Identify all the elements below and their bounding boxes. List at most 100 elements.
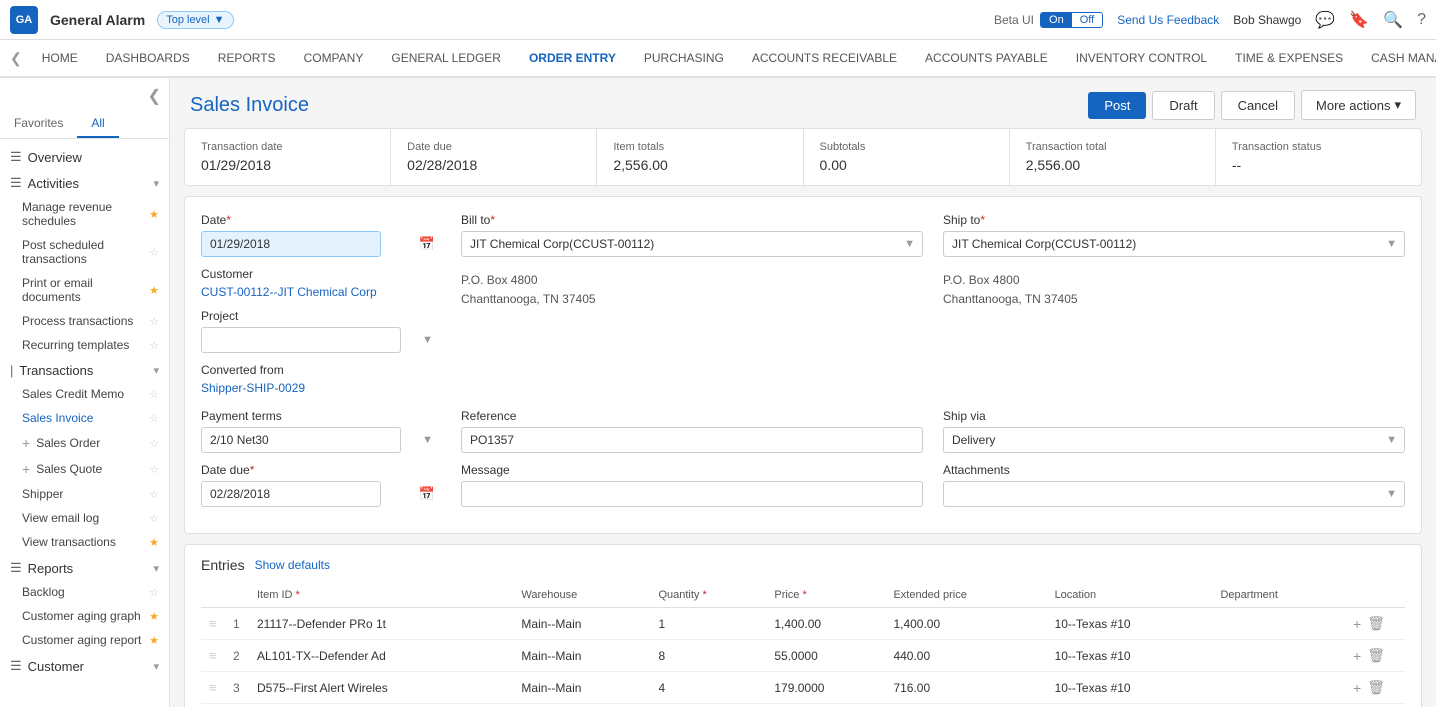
nav-dashboards[interactable]: DASHBOARDS — [92, 40, 204, 78]
star-empty-icon[interactable]: ☆ — [149, 463, 159, 476]
star-empty-icon[interactable]: ☆ — [149, 315, 159, 328]
item-id-cell[interactable] — [249, 704, 513, 707]
sidebar-item-view-transactions[interactable]: View transactions ★ — [0, 530, 169, 554]
search-icon[interactable]: 🔍 — [1383, 10, 1403, 30]
draft-button[interactable]: Draft — [1152, 91, 1214, 120]
sidebar-item-manage-revenue[interactable]: Manage revenue schedules ★ — [0, 195, 169, 233]
converted-from-value[interactable]: Shipper-SHIP-0029 — [201, 381, 441, 395]
nav-company[interactable]: COMPANY — [290, 40, 378, 78]
add-row-icon[interactable]: + — [1353, 680, 1361, 696]
nav-bar: ❮ HOME DASHBOARDS REPORTS COMPANY GENERA… — [0, 40, 1436, 78]
sidebar-tab-favorites[interactable]: Favorites — [0, 110, 77, 138]
calendar-icon[interactable]: 📅 — [419, 236, 435, 252]
nav-left-arrow[interactable]: ❮ — [4, 50, 28, 67]
star-empty-icon[interactable]: ☆ — [149, 437, 159, 450]
star-icon[interactable]: ★ — [149, 634, 159, 647]
sidebar-item-shipper[interactable]: Shipper ☆ — [0, 482, 169, 506]
star-empty-icon[interactable]: ☆ — [149, 512, 159, 525]
star-icon[interactable]: ★ — [149, 208, 159, 221]
sidebar-item-process-transactions[interactable]: Process transactions ☆ — [0, 309, 169, 333]
star-empty-icon[interactable]: ☆ — [149, 339, 159, 352]
sidebar-item-customer-aging-report[interactable]: Customer aging report ★ — [0, 628, 169, 652]
top-level-badge[interactable]: Top level ▼ — [157, 11, 233, 29]
bookmark-icon[interactable]: 🔖 — [1349, 10, 1369, 30]
reference-input[interactable] — [461, 427, 923, 453]
sidebar-item-post-scheduled[interactable]: Post scheduled transactions ☆ — [0, 233, 169, 271]
item-id-cell[interactable]: 21117--Defender PRo 1t — [249, 608, 513, 640]
help-icon[interactable]: ? — [1417, 11, 1426, 29]
delete-row-icon[interactable]: 🗑 — [1367, 615, 1385, 632]
sidebar-group-reports[interactable]: ☰ Reports ▾ — [0, 554, 169, 580]
beta-ui-section: Beta UI On Off — [994, 12, 1103, 28]
sidebar-group-customer[interactable]: ☰ Customer ▾ — [0, 652, 169, 678]
attachments-select[interactable] — [943, 481, 1405, 507]
sidebar-item-backlog[interactable]: Backlog ☆ — [0, 580, 169, 604]
header-actions: Post Draft Cancel More actions ▾ — [1088, 90, 1416, 120]
delete-row-icon[interactable]: 🗑 — [1367, 647, 1385, 664]
post-button[interactable]: Post — [1088, 92, 1146, 119]
star-empty-icon[interactable]: ☆ — [149, 388, 159, 401]
nav-time-expenses[interactable]: TIME & EXPENSES — [1221, 40, 1357, 78]
star-icon[interactable]: ★ — [149, 284, 159, 297]
warehouse-cell: Main--Main — [513, 672, 650, 704]
star-icon[interactable]: ★ — [149, 610, 159, 623]
more-actions-button[interactable]: More actions ▾ — [1301, 90, 1416, 120]
nav-home[interactable]: HOME — [28, 40, 92, 78]
show-defaults-link[interactable]: Show defaults — [255, 558, 330, 572]
drag-handle-icon[interactable]: ≡ — [209, 616, 217, 631]
star-icon[interactable]: ★ — [149, 536, 159, 549]
sidebar-item-sales-quote[interactable]: + Sales Quote ☆ — [0, 456, 169, 482]
nav-cash-mana[interactable]: CASH MANA — [1357, 40, 1436, 78]
star-empty-icon[interactable]: ☆ — [149, 246, 159, 259]
sidebar-group-transactions[interactable]: | Transactions ▾ — [0, 357, 169, 382]
nav-reports[interactable]: REPORTS — [204, 40, 290, 78]
summary-value: 0.00 — [820, 157, 993, 173]
add-row-icon[interactable]: + — [1353, 616, 1361, 632]
sidebar-item-label: View email log — [22, 511, 99, 525]
star-empty-icon[interactable]: ☆ — [149, 488, 159, 501]
customer-link[interactable]: CUST-00112--JIT Chemical Corp — [201, 285, 441, 299]
star-empty-icon[interactable]: ☆ — [149, 586, 159, 599]
date-due-input[interactable] — [201, 481, 381, 507]
nav-purchasing[interactable]: PURCHASING — [630, 40, 738, 78]
drag-handle-icon[interactable]: ≡ — [209, 680, 217, 695]
sidebar-item-sales-invoice[interactable]: Sales Invoice ☆ — [0, 406, 169, 430]
add-row-icon[interactable]: + — [1353, 648, 1361, 664]
sidebar-item-sales-order[interactable]: + Sales Order ☆ — [0, 430, 169, 456]
activities-arrow: ▾ — [153, 177, 159, 190]
sidebar-item-customer-aging-graph[interactable]: Customer aging graph ★ — [0, 604, 169, 628]
send-feedback-link[interactable]: Send Us Feedback — [1117, 13, 1219, 27]
payment-terms-select[interactable]: 2/10 Net30 — [201, 427, 401, 453]
beta-ui-toggle[interactable]: On Off — [1040, 12, 1103, 28]
summary-label: Transaction status — [1232, 141, 1405, 153]
message-input[interactable] — [461, 481, 923, 507]
nav-accounts-payable[interactable]: ACCOUNTS PAYABLE — [911, 40, 1062, 78]
nav-inventory-control[interactable]: INVENTORY CONTROL — [1062, 40, 1221, 78]
cancel-button[interactable]: Cancel — [1221, 91, 1295, 120]
project-select[interactable] — [201, 327, 401, 353]
page-title: Sales Invoice — [190, 94, 309, 117]
nav-accounts-receivable[interactable]: ACCOUNTS RECEIVABLE — [738, 40, 911, 78]
ship-via-select[interactable]: Delivery — [943, 427, 1405, 453]
toggle-off[interactable]: Off — [1072, 13, 1102, 27]
toggle-on[interactable]: On — [1041, 13, 1072, 27]
sidebar-tab-all[interactable]: All — [77, 110, 118, 138]
delete-row-icon[interactable]: 🗑 — [1367, 679, 1385, 696]
nav-order-entry[interactable]: ORDER ENTRY — [515, 40, 630, 78]
comment-icon[interactable]: 💬 — [1315, 10, 1335, 30]
transactions-label: Transactions — [19, 363, 93, 378]
date-input[interactable] — [201, 231, 381, 257]
sidebar-item-sales-credit-memo[interactable]: Sales Credit Memo ☆ — [0, 382, 169, 406]
sidebar-group-overview[interactable]: ☰ Overview — [0, 143, 169, 169]
bill-to-select[interactable]: JIT Chemical Corp(CCUST-00112) — [461, 231, 923, 257]
ship-to-select[interactable]: JIT Chemical Corp(CCUST-00112) — [943, 231, 1405, 257]
sidebar-collapse-btn[interactable]: ❮ — [148, 86, 161, 106]
date-due-calendar-icon[interactable]: 📅 — [419, 486, 435, 502]
nav-general-ledger[interactable]: GENERAL LEDGER — [377, 40, 515, 78]
drag-handle-icon[interactable]: ≡ — [209, 648, 217, 663]
sidebar-group-activities[interactable]: ☰ Activities ▾ — [0, 169, 169, 195]
sidebar-item-view-email-log[interactable]: View email log ☆ — [0, 506, 169, 530]
sidebar-item-recurring-templates[interactable]: Recurring templates ☆ — [0, 333, 169, 357]
sidebar-item-print-email[interactable]: Print or email documents ★ — [0, 271, 169, 309]
star-empty-icon[interactable]: ☆ — [149, 412, 159, 425]
